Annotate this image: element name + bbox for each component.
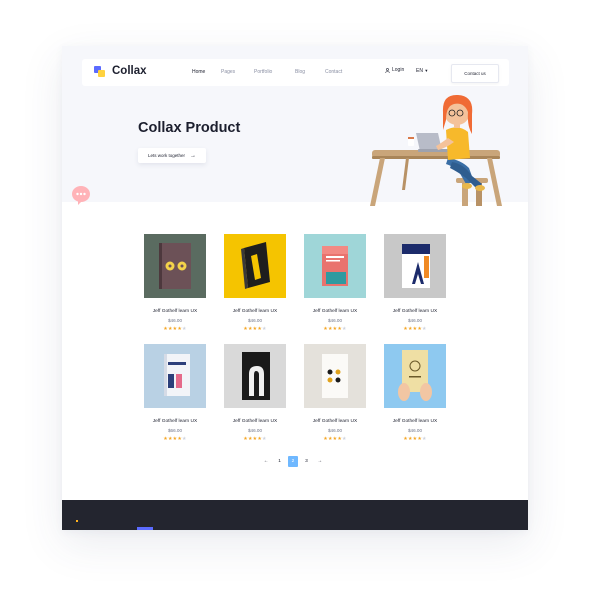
product-cover-image[interactable]	[224, 234, 286, 298]
product-price: $46.00	[327, 318, 343, 323]
star-icon: ★	[422, 436, 427, 442]
rating-stars: ★★★★★	[224, 436, 286, 442]
star-icon: ★	[182, 436, 187, 442]
star-icon: ★	[182, 326, 187, 332]
product-title[interactable]: Jeff Gothelf learn UX	[374, 419, 456, 424]
product-title[interactable]: Jeff Gothelf learn UX	[214, 419, 296, 424]
product-price: $46.00	[167, 318, 183, 323]
next-page-arrow-icon[interactable]: →	[315, 456, 325, 467]
nav-link-blog[interactable]: Blog	[295, 69, 305, 75]
page-frame: Collax Home Pages Portfolio Blog Contact…	[62, 46, 528, 530]
product-cover-image[interactable]	[144, 344, 206, 408]
footer-decoration	[76, 520, 78, 522]
product-cover-image[interactable]	[384, 234, 446, 298]
contact-us-button[interactable]: Contact us	[451, 64, 499, 83]
rating-stars: ★★★★★	[384, 326, 446, 332]
chevron-down-icon: ▼	[424, 68, 429, 73]
language-label: EN	[416, 68, 423, 74]
product-cover-image[interactable]	[304, 234, 366, 298]
product-title[interactable]: Jeff Gothelf learn UX	[294, 419, 376, 424]
nav-link-contact[interactable]: Contact	[325, 69, 342, 75]
star-icon: ★	[342, 436, 347, 442]
product-cover-image[interactable]	[384, 344, 446, 408]
page-button[interactable]: 1	[274, 456, 284, 467]
footer	[62, 500, 528, 530]
rating-stars: ★★★★★	[384, 436, 446, 442]
product-price: $66.00	[167, 428, 183, 433]
rating-stars: ★★★★★	[304, 326, 366, 332]
prev-page-arrow-icon[interactable]: ←	[261, 456, 271, 467]
hero-illustration	[370, 94, 502, 206]
product-price: $46.00	[407, 318, 423, 323]
login-label: Login	[392, 67, 405, 73]
star-icon: ★	[422, 326, 427, 332]
rating-stars: ★★★★★	[144, 326, 206, 332]
star-icon: ★	[342, 326, 347, 332]
product-title[interactable]: Jeff Gothelf learn UX	[134, 419, 216, 424]
product-price: $46.00	[247, 428, 263, 433]
cta-label: Lets work together	[147, 153, 186, 158]
chat-bubble-icon[interactable]	[70, 184, 92, 206]
brand-name[interactable]: Collax	[112, 65, 147, 77]
rating-stars: ★★★★★	[304, 436, 366, 442]
product-cover-image[interactable]	[304, 344, 366, 408]
star-icon: ★	[262, 326, 267, 332]
product-price: $46.00	[247, 318, 263, 323]
footer-accent-bar	[137, 527, 153, 530]
login-link[interactable]: Login	[385, 67, 404, 73]
product-title[interactable]: Jeff Gothelf learn UX	[214, 309, 296, 314]
rating-stars: ★★★★★	[224, 326, 286, 332]
product-price: $46.00	[327, 428, 343, 433]
language-selector[interactable]: EN ▼	[416, 68, 428, 74]
product-title[interactable]: Jeff Gothelf learn UX	[294, 309, 376, 314]
product-cover-image[interactable]	[144, 234, 206, 298]
page-button[interactable]: 3	[301, 456, 311, 467]
nav-link-portfolio[interactable]: Portfolio	[254, 69, 272, 75]
page-title: Collax Product	[138, 120, 241, 136]
logo-icon[interactable]	[94, 66, 108, 79]
arrow-right-icon: →	[190, 152, 197, 159]
lets-work-together-button[interactable]: Lets work together →	[138, 148, 206, 163]
product-title[interactable]: Jeff Gothelf learn UX	[374, 309, 456, 314]
star-icon: ★	[262, 436, 267, 442]
page-button-current[interactable]: 2	[287, 455, 299, 467]
product-price: $46.00	[407, 428, 423, 433]
product-cover-image[interactable]	[224, 344, 286, 408]
nav-link-home[interactable]: Home	[192, 69, 205, 75]
product-title[interactable]: Jeff Gothelf learn UX	[134, 309, 216, 314]
nav-link-pages[interactable]: Pages	[221, 69, 235, 75]
pagination: ← 1 2 3 →	[261, 454, 325, 468]
navbar: Collax Home Pages Portfolio Blog Contact…	[82, 59, 509, 86]
rating-stars: ★★★★★	[144, 436, 206, 442]
hero-section: Collax Home Pages Portfolio Blog Contact…	[62, 46, 528, 206]
user-icon	[385, 67, 390, 73]
